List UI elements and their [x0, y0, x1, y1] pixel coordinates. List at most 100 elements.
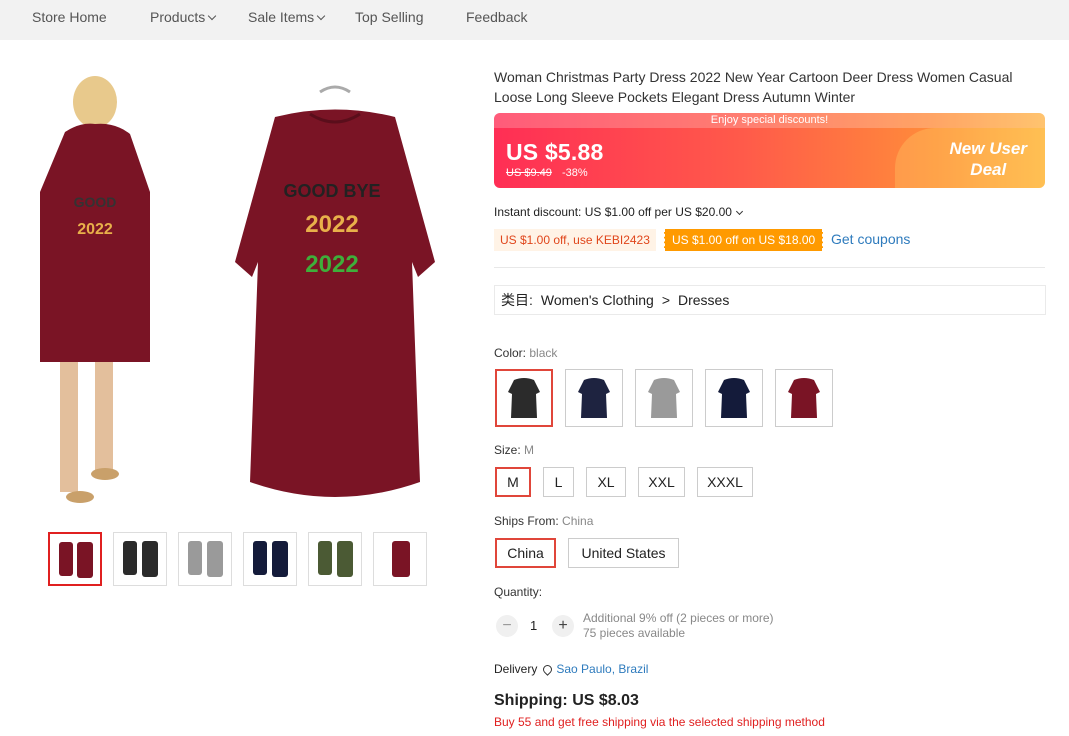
category-level-2[interactable]: Dresses: [678, 286, 729, 314]
quantity-label: Quantity:: [494, 585, 543, 599]
thumbnail-3[interactable]: [178, 532, 232, 586]
hanger: [319, 85, 351, 94]
svg-text:2022: 2022: [77, 221, 113, 238]
ships-from-selected-value: China: [562, 514, 594, 528]
color-selected-value: black: [529, 346, 558, 360]
nav-sale-items-label: Sale Items: [248, 9, 315, 25]
thumbnail-image: [123, 541, 158, 577]
original-price: US $9.49: [506, 167, 552, 179]
model-hair: [73, 76, 117, 128]
color-swatch-gray[interactable]: [635, 369, 693, 427]
bulk-discount-note: Additional 9% off (2 pieces or more): [583, 611, 774, 625]
swatch-image: [718, 378, 750, 418]
size-option-xxxl[interactable]: XXXL: [697, 467, 753, 497]
swatch-image: [648, 378, 680, 418]
category-prefix: 类目:: [501, 292, 533, 308]
instant-discount[interactable]: Instant discount: US $1.00 off per US $2…: [494, 205, 743, 219]
color-label-text: Color:: [494, 346, 527, 360]
color-swatch-wine[interactable]: [775, 369, 833, 427]
nav-top-selling-label: Top Selling: [355, 9, 424, 25]
thumbnail-4[interactable]: [243, 532, 297, 586]
divider: [494, 267, 1045, 268]
store-nav-bar: Store Home Products Sale Items Top Selli…: [0, 0, 1069, 40]
color-label: Color: black: [494, 346, 557, 360]
nav-sale-items[interactable]: Sale Items: [248, 9, 326, 25]
swatch-image: [508, 378, 540, 418]
size-option-l[interactable]: L: [543, 467, 574, 497]
ships-from-label-text: Ships From:: [494, 514, 559, 528]
main-product-image[interactable]: GOOD 2022 GOOD BYE 2022 2022: [20, 62, 480, 517]
svg-text:GOOD BYE: GOOD BYE: [283, 181, 380, 201]
size-option-xl[interactable]: XL: [586, 467, 626, 497]
ships-from-label: Ships From: China: [494, 514, 593, 528]
quantity-increase-button[interactable]: +: [552, 615, 574, 637]
swatch-image: [788, 378, 820, 418]
current-price: US $5.88: [506, 139, 604, 165]
new-user-deal-badge: New User Deal: [950, 138, 1027, 180]
nav-feedback[interactable]: Feedback: [466, 9, 527, 25]
coupon-code-badge[interactable]: US $1.00 off, use KEBI2423: [494, 229, 656, 251]
model-leg-left: [60, 362, 78, 492]
product-image-dresses: GOOD 2022 GOOD BYE 2022 2022: [40, 76, 435, 503]
thumbnail-2[interactable]: [113, 532, 167, 586]
swatch-image: [578, 378, 610, 418]
chevron-down-icon: [735, 207, 743, 215]
thumbnail-image: [188, 541, 223, 577]
free-shipping-note: Buy 55 and get free shipping via the sel…: [494, 715, 825, 729]
nav-feedback-label: Feedback: [466, 9, 528, 25]
ships-from-option-united-states[interactable]: United States: [568, 538, 679, 568]
model-shoe: [91, 468, 119, 480]
svg-text:2022: 2022: [305, 251, 358, 278]
nav-top-selling[interactable]: Top Selling: [355, 9, 424, 25]
color-swatch-dark-blue[interactable]: [705, 369, 763, 427]
price-banner: Enjoy special discounts! US $5.88 US $9.…: [494, 113, 1045, 188]
thumbnail-6[interactable]: [373, 532, 427, 586]
thumbnail-1[interactable]: [48, 532, 102, 586]
ships-from-option-china[interactable]: China: [495, 538, 556, 568]
thumbnail-image: [318, 541, 353, 577]
size-option-xxl[interactable]: XXL: [638, 467, 685, 497]
category-level-1[interactable]: Women's Clothing: [541, 286, 654, 314]
stock-available-note: 75 pieces available: [583, 626, 686, 640]
delivery-location-link[interactable]: Sao Paulo, Brazil: [556, 662, 648, 676]
size-selected-value: M: [524, 443, 535, 457]
thumbnail-image: [392, 541, 410, 577]
thumbnail-5[interactable]: [308, 532, 362, 586]
product-title: Woman Christmas Party Dress 2022 New Yea…: [494, 69, 1013, 105]
quantity-decrease-button[interactable]: −: [496, 615, 518, 637]
get-coupons-link[interactable]: Get coupons: [831, 231, 910, 247]
model-shoe: [66, 491, 94, 503]
chevron-down-icon: [208, 11, 217, 21]
category-breadcrumb: 类目: Women's Clothing > Dresses: [494, 285, 1046, 315]
quantity-note: Additional 9% off (2 pieces or more) 75 …: [583, 611, 774, 641]
delivery-label: Delivery: [494, 662, 538, 676]
thumbnail-image: [59, 542, 93, 578]
banner-note: Enjoy special discounts!: [494, 113, 1045, 128]
thumbnail-image: [253, 541, 288, 577]
nav-store-home-label: Store Home: [32, 9, 107, 25]
quantity-value[interactable]: 1: [530, 618, 537, 633]
nav-products-label: Products: [150, 9, 206, 25]
hanger-dress: [235, 109, 435, 497]
shipping-cost: Shipping: US $8.03: [494, 692, 639, 709]
size-label-text: Size:: [494, 443, 521, 457]
svg-text:2022: 2022: [305, 211, 358, 238]
store-coupon-badge[interactable]: US $1.00 off on US $18.00: [664, 229, 824, 251]
promo-line-1: New User: [949, 139, 1027, 158]
nav-store-home[interactable]: Store Home: [32, 9, 107, 25]
discount-percent: -38%: [562, 167, 588, 179]
size-option-m[interactable]: M: [495, 467, 531, 497]
model-leg-right: [95, 362, 113, 472]
model-dress: [40, 123, 150, 362]
promo-line-2: Deal: [970, 160, 1007, 179]
size-label: Size: M: [494, 443, 534, 457]
instant-discount-text: Instant discount: US $1.00 off per US $2…: [494, 205, 732, 219]
location-pin-icon: [541, 662, 555, 676]
color-swatch-navy[interactable]: [565, 369, 623, 427]
nav-products[interactable]: Products: [150, 9, 217, 25]
color-swatch-black[interactable]: [495, 369, 553, 427]
breadcrumb-separator: >: [661, 292, 670, 308]
delivery-row: Delivery Sao Paulo, Brazil: [494, 662, 648, 676]
chevron-down-icon: [316, 11, 326, 21]
svg-text:GOOD: GOOD: [74, 194, 117, 210]
